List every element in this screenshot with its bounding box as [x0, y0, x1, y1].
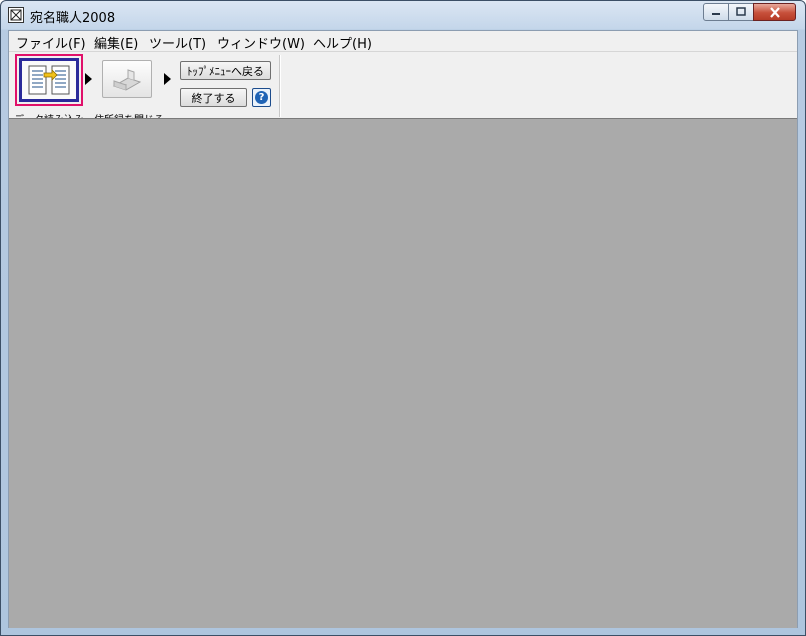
address-book-load-icon	[28, 65, 70, 95]
title-bar[interactable]: 宛名職人2008	[1, 1, 805, 30]
maximize-icon	[736, 7, 746, 16]
close-button[interactable]	[753, 3, 796, 21]
menu-help[interactable]: ヘルプ(H)	[313, 33, 372, 52]
menu-window[interactable]: ウィンドウ(W)	[217, 33, 305, 52]
menu-bar: ファイル(F) 編集(E) ツール(T) ウィンドウ(W) ヘルプ(H)	[9, 31, 797, 52]
flow-arrow-1-icon	[85, 73, 92, 85]
back-to-top-menu-button[interactable]: ﾄｯﾌﾟﾒﾆｭｰへ戻る	[180, 61, 271, 80]
workspace-area	[9, 118, 797, 628]
help-icon: ?	[255, 91, 268, 104]
exit-button[interactable]: 終了する	[180, 88, 247, 107]
address-app-icon[interactable]	[8, 7, 24, 23]
menu-tools[interactable]: ツール(T)	[149, 33, 206, 52]
minimize-icon	[712, 13, 720, 15]
client-area: ファイル(F) 編集(E) ツール(T) ウィンドウ(W) ヘルプ(H) ﾄｯﾌ…	[8, 30, 798, 628]
menu-edit[interactable]: 編集(E)	[94, 33, 138, 52]
menu-file[interactable]: ファイル(F)	[16, 33, 86, 52]
app-window: 宛名職人2008 ファイル(F) 編集(E) ツール(T) ウィンドウ(W) ヘ…	[0, 0, 806, 636]
close-book-icon	[112, 69, 142, 91]
close-address-book-button[interactable]	[102, 60, 152, 98]
maximize-button[interactable]	[728, 3, 754, 21]
minimize-button[interactable]	[703, 3, 729, 21]
flow-arrow-2-icon	[164, 73, 171, 85]
toolbar: データ読み込み 住所録を閉じる ﾄｯﾌﾟﾒﾆｭｰへ戻る 終了する ?	[9, 52, 797, 126]
toolbar-separator	[279, 55, 281, 117]
help-button[interactable]: ?	[252, 88, 271, 107]
close-icon	[769, 6, 780, 18]
window-title: 宛名職人2008	[30, 11, 116, 26]
read-data-button[interactable]	[15, 54, 83, 106]
